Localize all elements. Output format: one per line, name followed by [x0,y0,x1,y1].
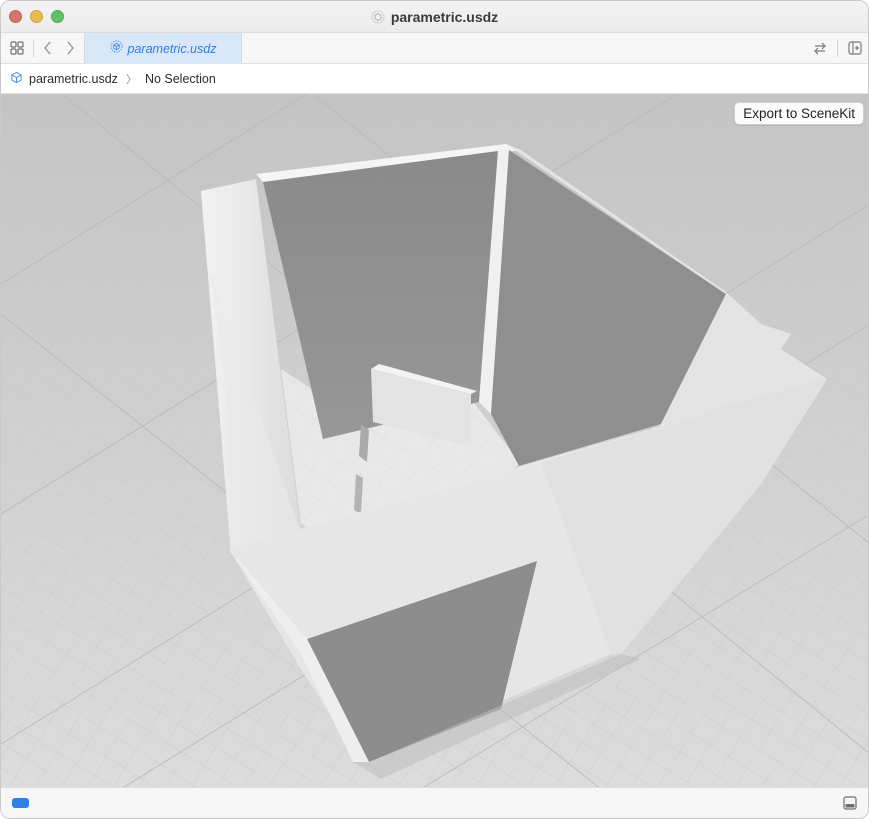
window-title-group: parametric.usdz [1,1,868,33]
status-bar [1,787,868,818]
tab-bar: parametric.usdz [1,33,868,64]
window-title: parametric.usdz [390,9,499,25]
tab-label: parametric.usdz [127,41,217,56]
export-to-scenekit-button[interactable]: Export to SceneKit [734,102,864,125]
breadcrumb-selection[interactable]: No Selection [145,72,216,86]
usdz-tab-icon [109,39,123,58]
grid-icon[interactable] [8,39,26,57]
tab-parametric-usdz[interactable]: parametric.usdz [84,33,242,64]
scene-viewport[interactable]: Export to SceneKit [1,94,868,789]
forward-chevron-icon[interactable] [61,39,79,57]
breadcrumb-file[interactable]: parametric.usdz [29,72,118,86]
back-chevron-icon[interactable] [39,39,57,57]
tabbar-divider-right [837,40,838,57]
console-toggle-icon[interactable] [842,795,858,811]
app-window: parametric.usdz parametric.usdz parametr… [0,0,869,819]
breadcrumb: parametric.usdz 〉 No Selection [1,64,868,94]
add-editor-icon[interactable] [846,39,864,57]
usdz-cube-icon [371,10,385,24]
usdz-crumb-icon [10,71,23,87]
breadcrumb-separator-icon: 〉 [125,73,137,86]
scene-render [1,94,868,789]
status-indicator-icon[interactable] [12,798,29,808]
title-bar: parametric.usdz [1,1,868,33]
tabbar-divider [33,40,34,57]
swap-arrows-icon[interactable] [811,39,829,57]
